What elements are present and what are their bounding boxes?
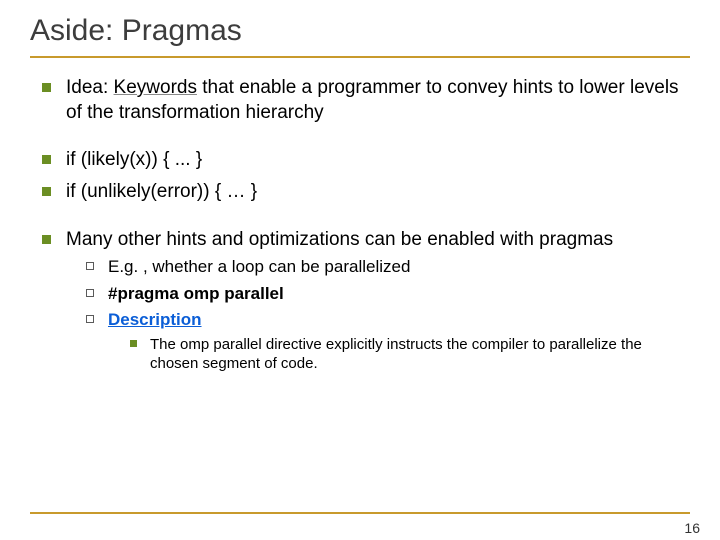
title-rule bbox=[30, 56, 690, 58]
sub-sub-list: The omp parallel directive explicitly in… bbox=[130, 335, 690, 374]
pragma-text: #pragma omp parallel bbox=[108, 284, 284, 303]
desc-detail: The omp parallel directive explicitly in… bbox=[130, 335, 690, 374]
footer-rule bbox=[30, 512, 690, 514]
description-link[interactable]: Description bbox=[108, 310, 202, 329]
bullet-idea: Idea: Keywords that enable a programmer … bbox=[42, 76, 690, 125]
sub-list: E.g. , whether a loop can be parallelize… bbox=[86, 256, 690, 373]
bullet-hints: Many other hints and optimizations can b… bbox=[42, 228, 690, 374]
sub-pragma: #pragma omp parallel bbox=[86, 283, 690, 305]
idea-keyword: Keywords bbox=[114, 77, 197, 98]
sub-description: Description The omp parallel directive e… bbox=[86, 309, 690, 374]
bullet-list: Idea: Keywords that enable a programmer … bbox=[42, 76, 690, 125]
bullet-code1: if (likely(x)) { ... } bbox=[42, 148, 690, 173]
slide: Aside: Pragmas Idea: Keywords that enabl… bbox=[0, 0, 720, 540]
slide-title: Aside: Pragmas bbox=[30, 14, 690, 48]
hints-text: Many other hints and optimizations can b… bbox=[66, 229, 613, 250]
bullet-list-hints: Many other hints and optimizations can b… bbox=[42, 228, 690, 374]
page-number: 16 bbox=[684, 520, 700, 536]
bullet-list-code: if (likely(x)) { ... } if (unlikely(erro… bbox=[42, 148, 690, 204]
sub-parallel: E.g. , whether a loop can be parallelize… bbox=[86, 256, 690, 278]
idea-prefix: Idea: bbox=[66, 77, 114, 98]
bullet-code2: if (unlikely(error)) { … } bbox=[42, 180, 690, 205]
